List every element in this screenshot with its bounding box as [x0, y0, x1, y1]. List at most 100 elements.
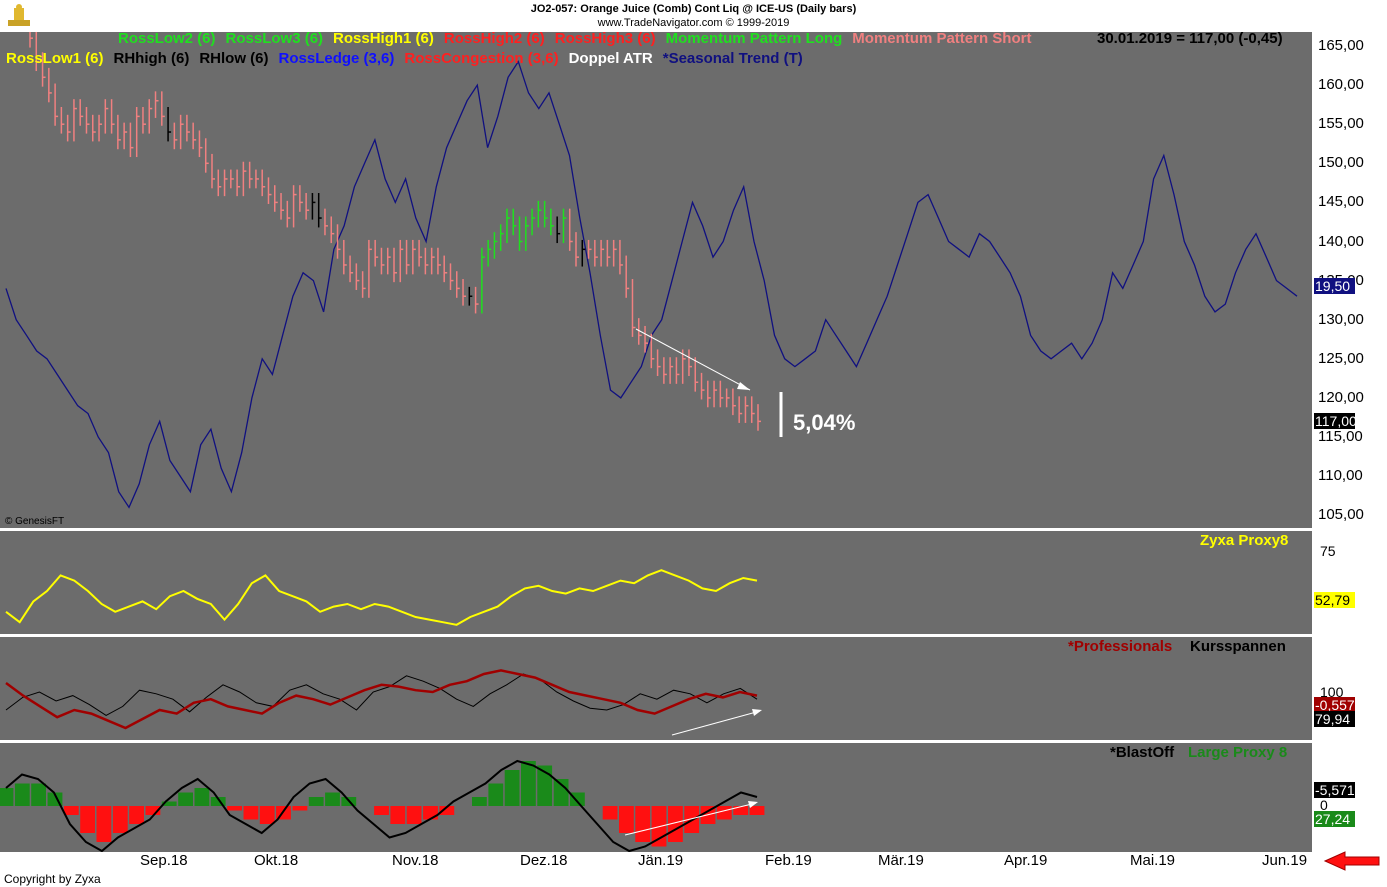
legend-entry-top-2: RossHigh1 (6)	[333, 30, 434, 47]
price-tick-label: 110,00	[1318, 467, 1363, 485]
logo-icon	[8, 4, 30, 26]
histogram-bar	[472, 797, 487, 806]
legend-entry-bottom-6: *Seasonal Trend (T)	[662, 50, 803, 67]
month-label: Sep.18	[140, 852, 188, 869]
histogram-bar	[259, 806, 275, 824]
large-proxy-title: Large Proxy 8	[1188, 744, 1288, 761]
histogram-bar	[553, 779, 569, 806]
histogram-bar	[96, 806, 112, 842]
price-tick-label: 125,00	[1318, 349, 1364, 367]
kursspannen-title: Kursspannen	[1190, 638, 1286, 655]
histogram-bar	[112, 806, 128, 833]
histogram-bar	[243, 806, 259, 820]
legend-entry-top-3: RossHigh2 (6)	[443, 30, 545, 47]
professionals-title: *Professionals	[1068, 638, 1173, 655]
month-label: Mai.19	[1130, 852, 1176, 869]
histogram-bar	[716, 806, 732, 820]
scroll-right-arrow-icon[interactable]	[1323, 850, 1383, 872]
month-label: Jun.19	[1262, 852, 1308, 869]
histogram-bar	[406, 806, 422, 824]
legend-entry-top-4: RossHigh3 (6)	[554, 30, 656, 47]
legend-entry-bottom-1: RHhigh (6)	[113, 50, 190, 67]
chart-window: JO2-057: Orange Juice (Comb) Cont Liq @ …	[0, 0, 1387, 887]
histogram-bar	[63, 806, 79, 815]
time-axis	[0, 852, 1387, 887]
histogram-bar	[31, 783, 46, 806]
legend-row-bottom: RossLow1 (6) RHhigh (6) RHlow (6) RossLedge…	[6, 50, 813, 67]
seasonal-value-badge: 19,50	[1314, 278, 1355, 294]
legend-entry-top-6: Momentum Pattern Short	[852, 30, 1032, 47]
histogram-bar	[749, 806, 765, 815]
histogram-bar	[194, 788, 210, 806]
price-tick-label: 165,00	[1318, 37, 1364, 54]
histogram-bar	[80, 806, 95, 833]
histogram-bar	[308, 797, 324, 806]
panel-divider	[0, 634, 1312, 637]
chart-subtitle: www.TradeNavigator.com © 1999-2019	[597, 17, 790, 29]
legend-entry-bottom-0: RossLow1 (6)	[6, 50, 104, 67]
histogram-bar	[178, 792, 193, 806]
legend-entry-top-5: Momentum Pattern Long	[665, 30, 843, 47]
histogram-bar	[0, 788, 14, 806]
copyright: Copyright by Zyxa	[4, 872, 101, 886]
large-proxy-value-badge: 27,24	[1314, 811, 1355, 827]
price-tick-label: 140,00	[1318, 232, 1364, 250]
divergence-arrow-head	[752, 709, 762, 716]
price-tick-label: 115,00	[1318, 428, 1363, 445]
month-label: Nov.18	[392, 852, 439, 869]
zyxa-axis-label: 75	[1320, 543, 1336, 559]
chart-title: JO2-057: Orange Juice (Comb) Cont Liq @ …	[530, 3, 857, 15]
legend-entry-top-0: RossLow2 (6)	[118, 30, 216, 47]
panel-divider	[0, 528, 1312, 531]
month-label: Jän.19	[638, 852, 684, 869]
kursspannen-value-badge: 79,94	[1314, 711, 1355, 727]
percent-annotation: 5,04%	[793, 410, 856, 435]
legend-entry-bottom-5: Doppel ATR	[568, 50, 653, 67]
month-label: Mär.19	[878, 852, 924, 869]
price-tick-label: 130,00	[1318, 310, 1364, 328]
histogram-bar	[374, 806, 389, 815]
last-price-badge: 117,00	[1314, 413, 1357, 429]
histogram-bar	[390, 806, 406, 824]
seasonal-trend-line	[5, 60, 1298, 509]
histogram-bar	[504, 770, 520, 806]
zyxa-panel-title: Zyxa Proxy8	[1200, 532, 1289, 549]
histogram-bar	[227, 806, 242, 811]
price-tick-label: 105,00	[1318, 506, 1364, 524]
zyxa-value-badge: 52,79	[1314, 592, 1355, 608]
blastoff-title: *BlastOff	[1110, 744, 1175, 761]
histogram-bar	[292, 806, 308, 811]
histogram-bar	[129, 806, 144, 824]
histogram-bar	[635, 806, 651, 842]
histogram-bar	[733, 806, 749, 815]
blastoff-value-badge: -5,5718	[1314, 782, 1363, 798]
legend-row-top: RossLow2 (6) RossLow3 (6) RossHigh1 (6) Ros…	[118, 30, 1041, 47]
legend-entry-bottom-3: RossLedge (3,6)	[278, 50, 395, 67]
month-label: Dez.18	[520, 852, 568, 869]
price-tick-label: 160,00	[1318, 76, 1364, 94]
price-tick-label: 155,00	[1318, 115, 1364, 133]
price-tick-label: 150,00	[1318, 154, 1364, 172]
panel-divider	[0, 740, 1312, 743]
kursspannen-line	[5, 673, 758, 716]
chart-header: JO2-057: Orange Juice (Comb) Cont Liq @ …	[0, 0, 1387, 32]
price-readout: 30.01.2019 = 117,00 (-0,45)	[1097, 30, 1283, 47]
month-label: Okt.18	[254, 852, 299, 869]
price-tick-label: 120,00	[1318, 388, 1364, 406]
zyxa-proxy8-line	[5, 569, 758, 626]
histogram-bar	[619, 806, 634, 833]
month-label: Feb.19	[765, 852, 812, 869]
divergence-arrow-line	[671, 710, 761, 736]
histogram-bar	[325, 792, 340, 806]
chart-canvas	[0, 28, 1298, 853]
trend-arrow-head	[737, 382, 750, 390]
legend-entry-bottom-2: RHlow (6)	[199, 50, 269, 67]
histogram-bar	[14, 783, 30, 806]
histogram-bar	[602, 806, 618, 820]
genesis-credit: © GenesisFT	[5, 516, 65, 527]
professionals-line	[5, 669, 758, 730]
legend-entry-bottom-4: RossCongestion (3,6)	[404, 50, 559, 67]
histogram-bar	[423, 806, 438, 820]
histogram-bar	[488, 783, 504, 806]
month-label: Apr.19	[1004, 852, 1048, 869]
